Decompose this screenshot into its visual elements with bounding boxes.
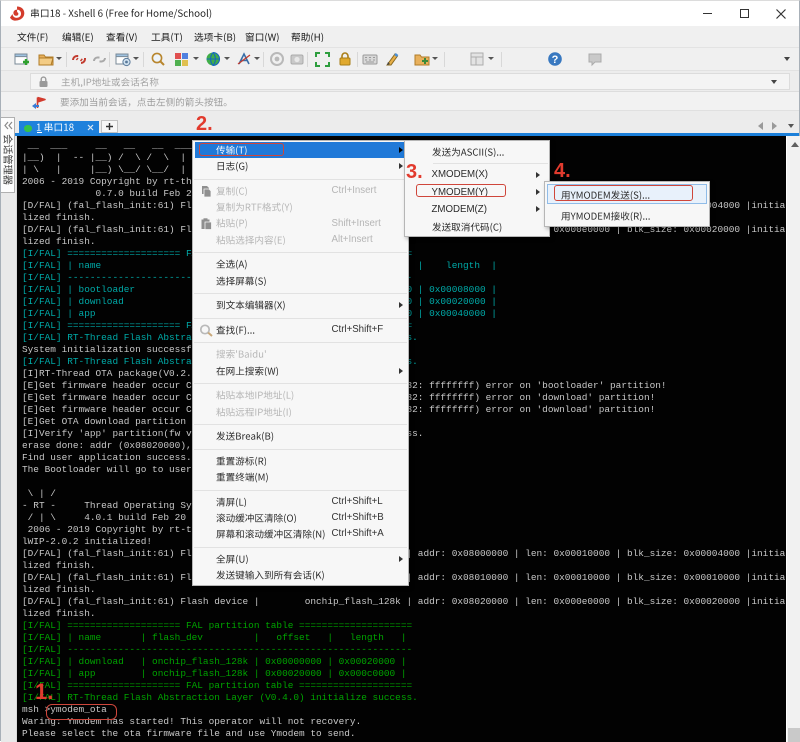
svg-text:?: ?: [552, 54, 559, 66]
